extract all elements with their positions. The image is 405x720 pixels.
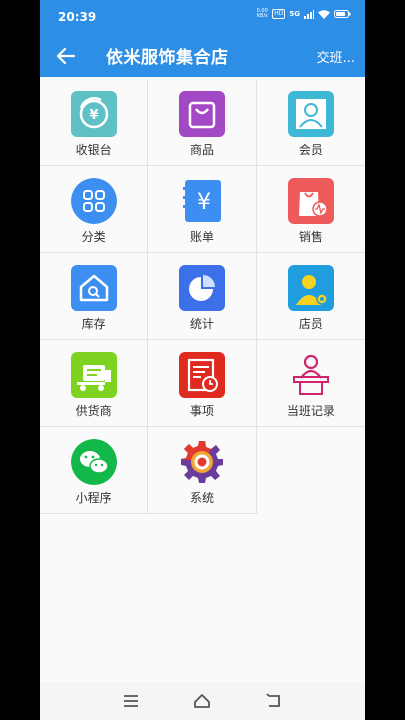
supplier-truck-icon — [71, 352, 117, 398]
svg-text:¥: ¥ — [197, 190, 211, 215]
menu-item-task[interactable]: 事项 — [148, 340, 257, 427]
menu-item-stats[interactable]: 统计 — [148, 253, 257, 340]
menu-item-clerk[interactable]: 店员 — [256, 253, 365, 340]
menu-label: 系统 — [189, 491, 214, 505]
menu-label: 分类 — [81, 230, 106, 244]
battery-icon — [334, 10, 351, 18]
system-gear-icon — [179, 439, 226, 485]
menu-item-cashier[interactable]: ¥ 收银台 — [40, 79, 149, 166]
warehouse-icon — [71, 265, 117, 311]
menu-label: 收银台 — [75, 143, 112, 157]
clerk-icon — [287, 265, 334, 311]
menu-item-goods[interactable]: 商品 — [148, 79, 257, 166]
menu-item-bill[interactable]: ¥ 账单 — [148, 166, 257, 253]
goods-bag-icon — [179, 91, 226, 137]
menu-label: 会员 — [298, 143, 323, 157]
menu-label: 销售 — [298, 230, 323, 244]
category-grid-icon — [71, 178, 117, 224]
menu-item-shift-record[interactable]: 当班记录 — [256, 340, 365, 427]
menu-icon[interactable] — [122, 692, 140, 710]
status-time: 20:39 — [58, 10, 97, 24]
bill-yen-icon: ¥ — [179, 178, 226, 224]
back-nav-icon[interactable] — [265, 692, 283, 710]
wifi-icon — [318, 9, 330, 19]
svg-text:¥: ¥ — [89, 108, 98, 123]
signal-5g-label: 5G — [289, 10, 300, 18]
menu-grid: ¥ 收银台 商品 会员 分类 ¥ 账单 销售 库存 统计 店员 供货商 事项 当… — [40, 79, 365, 514]
menu-item-mini-program[interactable]: 小程序 — [40, 427, 149, 514]
shift-handover-button[interactable]: 交班... — [317, 47, 355, 66]
menu-item-supplier[interactable]: 供货商 — [40, 340, 149, 427]
mini-program-icon — [71, 439, 117, 485]
app-bar: 依米服饰集合店 交班... — [40, 34, 365, 77]
menu-label: 小程序 — [75, 491, 112, 505]
back-arrow-icon[interactable] — [54, 44, 78, 68]
menu-label: 商品 — [189, 143, 214, 157]
cashier-icon: ¥ — [71, 91, 117, 137]
member-icon — [287, 91, 334, 137]
net-speed: 0.00 KB/s — [256, 8, 268, 19]
empty-cell — [256, 427, 365, 514]
shift-record-icon — [287, 352, 334, 398]
menu-label: 店员 — [298, 317, 323, 331]
menu-label: 统计 — [189, 317, 214, 331]
menu-item-category[interactable]: 分类 — [40, 166, 149, 253]
menu-label: 当班记录 — [286, 404, 335, 418]
menu-item-member[interactable]: 会员 — [256, 79, 365, 166]
page-title: 依米服饰集合店 — [106, 48, 229, 68]
task-clock-icon — [179, 352, 226, 398]
home-icon[interactable] — [193, 692, 211, 710]
menu-label: 事项 — [189, 404, 214, 418]
status-bar: 20:39 0.00 KB/s HD 5G — [40, 0, 365, 34]
hd-badge: HD — [272, 9, 286, 19]
sales-bag-icon — [287, 178, 334, 224]
system-nav-bar — [40, 682, 365, 720]
phone-screen: 20:39 0.00 KB/s HD 5G 依米服饰集合店 交班... ¥ 收银… — [40, 0, 365, 720]
signal-icon — [304, 9, 314, 19]
status-icons: 0.00 KB/s HD 5G — [256, 9, 351, 19]
menu-label: 库存 — [81, 317, 106, 331]
menu-item-sales[interactable]: 销售 — [256, 166, 365, 253]
menu-label: 账单 — [189, 230, 214, 244]
pie-chart-icon — [179, 265, 226, 311]
menu-label: 供货商 — [75, 404, 112, 418]
menu-item-warehouse[interactable]: 库存 — [40, 253, 149, 340]
menu-item-system[interactable]: 系统 — [148, 427, 257, 514]
